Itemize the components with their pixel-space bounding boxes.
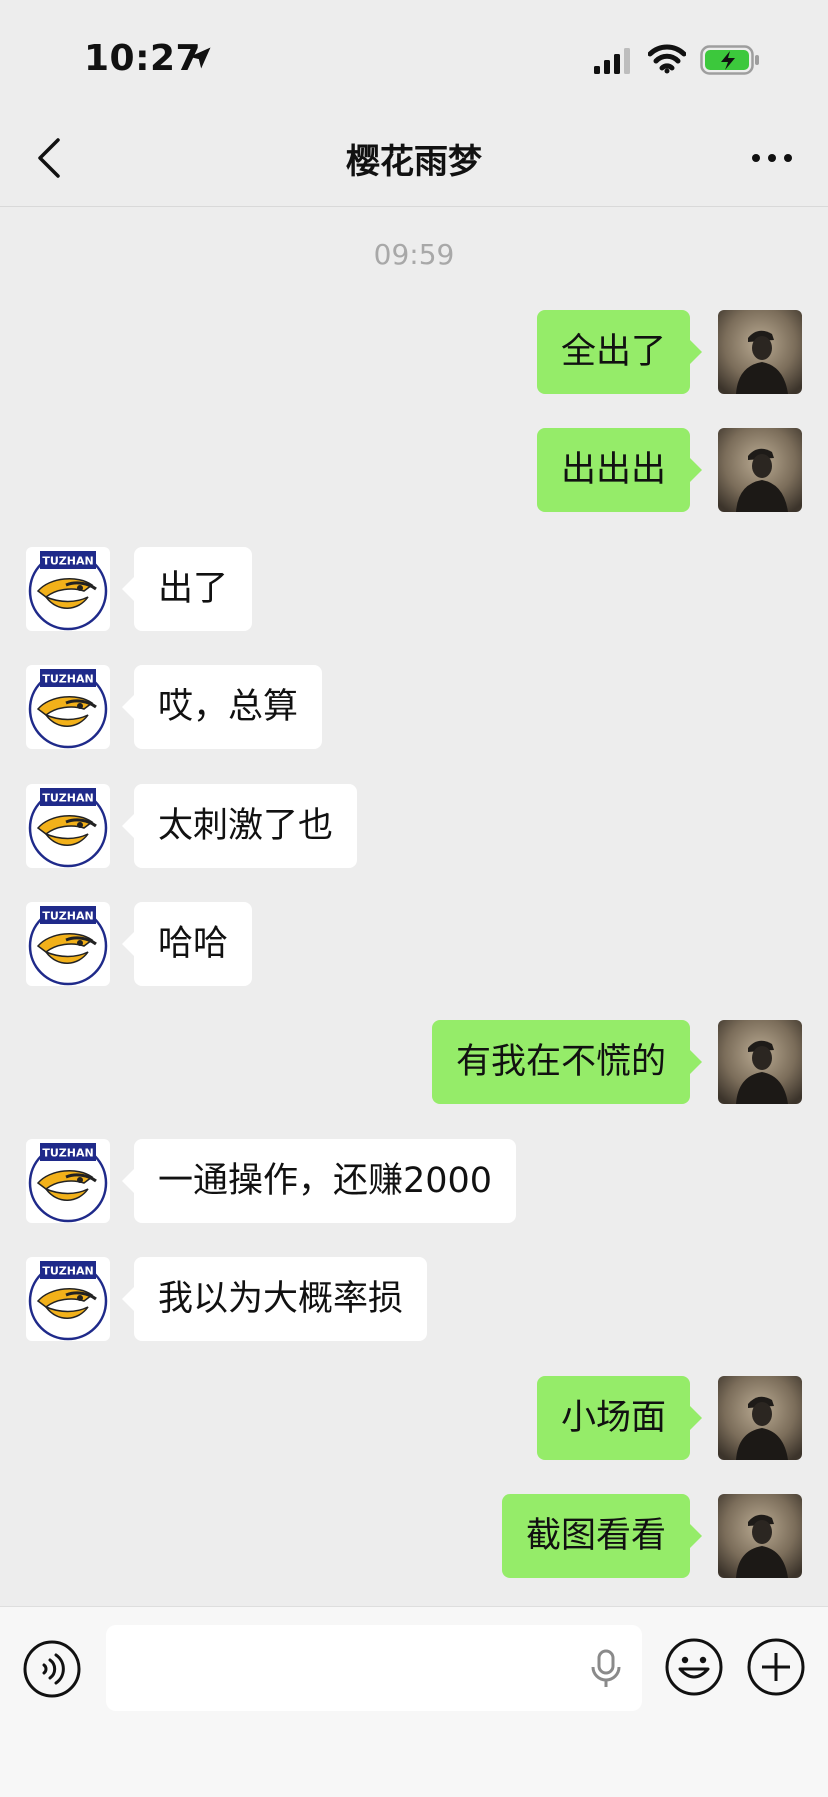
- message-bubble[interactable]: 出出出: [537, 428, 703, 512]
- message-row-outgoing: 全出了: [0, 310, 828, 394]
- cellular-signal-icon: [594, 48, 630, 74]
- message-bubble[interactable]: 全出了: [537, 310, 703, 394]
- contact-avatar[interactable]: TUZHAN: [26, 902, 110, 986]
- chat-header: 樱花雨梦: [0, 110, 828, 207]
- message-bubble[interactable]: 截图看看: [502, 1494, 703, 1578]
- my-avatar[interactable]: [718, 428, 802, 512]
- message-row-incoming: TUZHAN 哈哈: [0, 902, 828, 986]
- message-bubble[interactable]: 小场面: [537, 1376, 703, 1460]
- message-input[interactable]: [106, 1625, 642, 1711]
- message-timestamp: 09:59: [373, 238, 455, 271]
- message-bubble[interactable]: 出了: [121, 547, 253, 631]
- message-row-outgoing: 截图看看: [0, 1494, 828, 1578]
- message-bubble[interactable]: 太刺激了也: [121, 784, 358, 868]
- message-row-outgoing: 出出出: [0, 428, 828, 512]
- message-row-outgoing: 有我在不慌的: [0, 1020, 828, 1104]
- message-bubble[interactable]: 我以为大概率损: [121, 1257, 428, 1341]
- message-bubble[interactable]: 哈哈: [121, 902, 253, 986]
- wifi-icon: [648, 44, 686, 74]
- emoji-icon[interactable]: [664, 1637, 724, 1697]
- message-row-outgoing: 小场面: [0, 1376, 828, 1460]
- add-plus-icon[interactable]: [746, 1637, 806, 1697]
- battery-charging-icon: [700, 45, 759, 75]
- status-bar: 10:27: [0, 0, 828, 110]
- chat-title: 樱花雨梦: [346, 142, 482, 182]
- message-row-incoming: TUZHAN 一通操作，还赚2000: [0, 1139, 828, 1223]
- message-bubble[interactable]: 一通操作，还赚2000: [121, 1139, 517, 1223]
- contact-avatar[interactable]: TUZHAN: [26, 784, 110, 868]
- message-bubble[interactable]: 哎，总算: [121, 665, 323, 749]
- avatar-badge-text: TUZHAN: [42, 910, 93, 923]
- more-dots-icon[interactable]: [748, 140, 796, 176]
- my-avatar[interactable]: [718, 1494, 802, 1578]
- contact-avatar[interactable]: TUZHAN: [26, 1257, 110, 1341]
- message-row-incoming: TUZHAN 哎，总算: [0, 665, 828, 749]
- microphone-icon[interactable]: [588, 1649, 624, 1689]
- avatar-badge-text: TUZHAN: [42, 555, 93, 568]
- avatar-badge-text: TUZHAN: [42, 1147, 93, 1160]
- contact-avatar[interactable]: TUZHAN: [26, 665, 110, 749]
- message-row-incoming: TUZHAN 出了: [0, 547, 828, 631]
- message-row-incoming: TUZHAN 我以为大概率损: [0, 1257, 828, 1341]
- location-arrow-icon: [189, 47, 211, 69]
- avatar-badge-text: TUZHAN: [42, 1265, 93, 1278]
- avatar-badge-text: TUZHAN: [42, 792, 93, 805]
- contact-avatar[interactable]: TUZHAN: [26, 547, 110, 631]
- my-avatar[interactable]: [718, 1020, 802, 1104]
- voice-mode-icon[interactable]: [22, 1639, 82, 1699]
- avatar-badge-text: TUZHAN: [42, 673, 93, 686]
- message-row-incoming: TUZHAN 太刺激了也: [0, 784, 828, 868]
- input-bar: [0, 1606, 828, 1797]
- my-avatar[interactable]: [718, 1376, 802, 1460]
- status-time: 10:27: [84, 38, 202, 79]
- my-avatar[interactable]: [718, 310, 802, 394]
- contact-avatar[interactable]: TUZHAN: [26, 1139, 110, 1223]
- message-bubble[interactable]: 有我在不慌的: [432, 1020, 703, 1104]
